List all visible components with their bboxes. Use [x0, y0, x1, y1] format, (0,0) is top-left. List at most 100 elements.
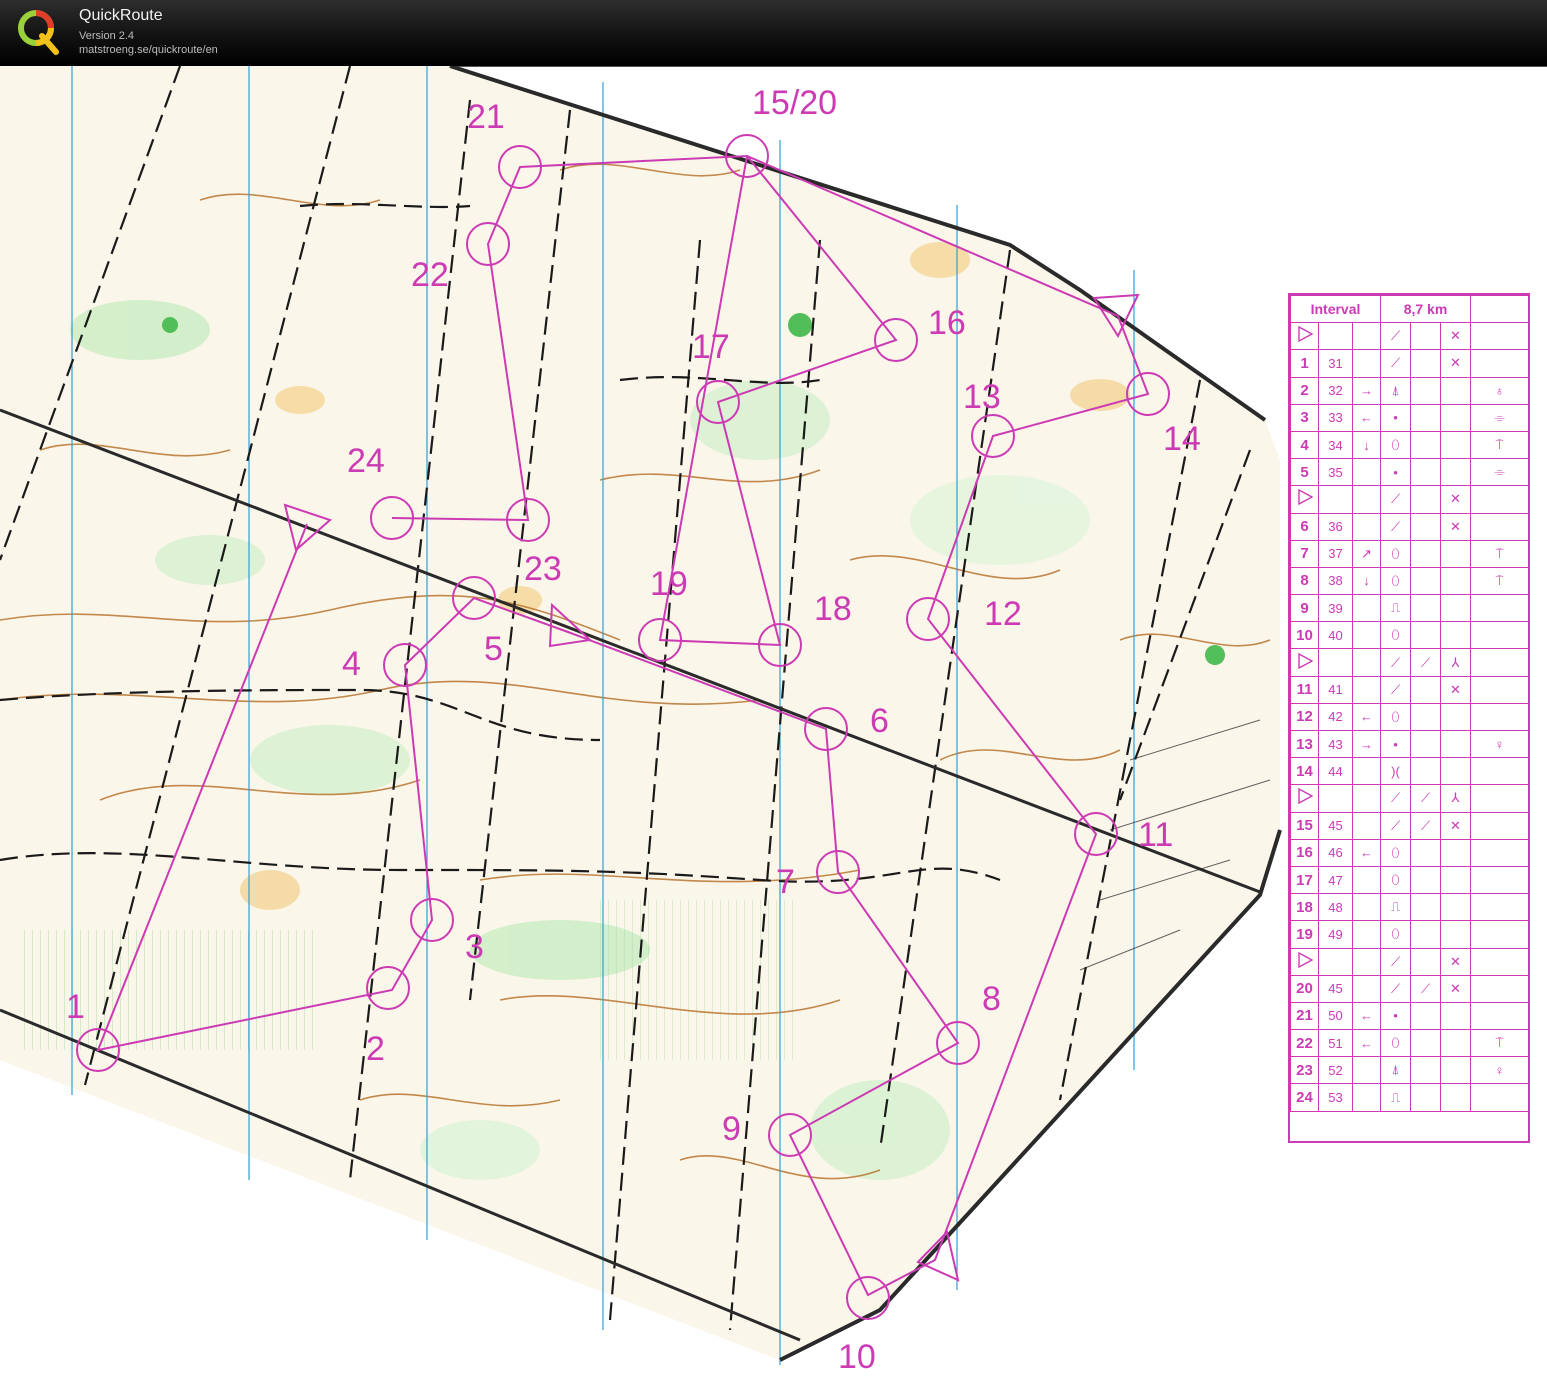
- description-detail: ✕: [1439, 485, 1472, 514]
- description-detail: [1439, 539, 1472, 568]
- description-appearance: [1410, 594, 1441, 623]
- description-appearance: ⟋: [1410, 648, 1441, 677]
- description-dir: [1352, 893, 1381, 922]
- control-label-24: 24: [347, 442, 385, 480]
- description-detail: [1439, 1029, 1472, 1058]
- description-extra: [1470, 947, 1530, 976]
- app-url-link[interactable]: matstroeng.se/quickroute/en: [79, 44, 218, 56]
- description-row: 14 44)(: [1290, 757, 1530, 786]
- quickroute-logo-icon: [18, 10, 59, 55]
- control-number: 5: [1290, 458, 1319, 487]
- description-dir: [1352, 594, 1381, 623]
- description-code: 45: [1318, 974, 1353, 1003]
- description-detail: [1439, 430, 1472, 460]
- description-appearance: [1410, 539, 1441, 568]
- description-appearance: [1410, 1029, 1441, 1058]
- description-appearance: [1410, 349, 1441, 378]
- course-name: Interval: [1290, 294, 1381, 324]
- description-extra: [1470, 1083, 1530, 1112]
- course-length: 8,7 km: [1379, 294, 1472, 324]
- description-row: 23 52 ⍋ ♀: [1290, 1056, 1530, 1085]
- description-row: 13 43 → • ♀: [1290, 729, 1530, 759]
- description-detail: [1439, 920, 1472, 949]
- description-detail: [1439, 893, 1472, 922]
- description-code: 35: [1318, 458, 1353, 487]
- map-terrain: [0, 66, 1280, 1360]
- description-feature: •: [1380, 729, 1411, 759]
- description-code: 41: [1318, 675, 1353, 704]
- description-row: ⟋ ✕: [1290, 485, 1530, 514]
- description-feature: ⎍: [1380, 1083, 1411, 1112]
- description-code: 52: [1318, 1056, 1353, 1085]
- description-feature: •: [1380, 458, 1411, 487]
- description-row: ⟋ ⟋ ⅄: [1290, 784, 1530, 813]
- control-label-17: 17: [692, 328, 730, 366]
- header-empty-cell: [1470, 294, 1530, 324]
- control-number: 14: [1290, 757, 1319, 786]
- description-appearance: [1410, 566, 1441, 596]
- description-appearance: [1410, 322, 1441, 351]
- description-dir: [1352, 1083, 1381, 1112]
- description-code: 51: [1318, 1029, 1353, 1058]
- description-dir: →: [1352, 729, 1381, 759]
- description-extra: [1470, 322, 1530, 351]
- control-number: 16: [1290, 838, 1319, 867]
- description-appearance: [1410, 512, 1441, 541]
- control-number: 24: [1290, 1083, 1319, 1112]
- description-feature: ⎍: [1380, 594, 1411, 623]
- description-row: ⟋ ✕: [1290, 322, 1530, 351]
- description-appearance: [1410, 1056, 1441, 1085]
- control-number: 11: [1290, 675, 1319, 704]
- description-appearance: ⟋: [1410, 811, 1441, 840]
- description-appearance: ⟋: [1410, 974, 1441, 1003]
- description-code: 49: [1318, 920, 1353, 949]
- description-extra: [1470, 675, 1530, 704]
- description-appearance: [1410, 1001, 1441, 1031]
- description-row: 5 35 • ⌯: [1290, 458, 1530, 487]
- orienteering-map[interactable]: 1 2 3 4 5 6 7 8 9 10 11 12 13 14 15/20 1…: [0, 66, 1547, 1380]
- description-detail: ✕: [1439, 675, 1472, 704]
- app-title: QuickRoute: [79, 7, 163, 24]
- description-extra: ♁: [1470, 376, 1530, 405]
- control-label-10: 10: [838, 1338, 876, 1376]
- app-header: QuickRoute Version 2.4 matstroeng.se/qui…: [0, 0, 1547, 67]
- description-dir: →: [1352, 376, 1381, 405]
- description-row: 21 50 ← •: [1290, 1001, 1530, 1031]
- description-detail: ⅄: [1439, 784, 1472, 813]
- control-label-16: 16: [928, 304, 966, 342]
- description-row: 17 47 ⬯: [1290, 865, 1530, 895]
- control-number: 8: [1290, 566, 1319, 596]
- control-label-11: 11: [1138, 816, 1173, 854]
- description-appearance: [1410, 729, 1441, 759]
- description-appearance: ⟋: [1410, 784, 1441, 813]
- description-row: 15 45 ⟋ ⟋ ✕: [1290, 811, 1530, 840]
- control-number: 17: [1290, 865, 1319, 895]
- description-appearance: [1410, 485, 1441, 514]
- description-detail: [1439, 403, 1472, 432]
- description-extra: [1470, 648, 1530, 677]
- description-code: [1318, 485, 1353, 514]
- description-feature: ⬯: [1380, 621, 1411, 650]
- description-dir: [1352, 811, 1381, 840]
- control-description-table: Interval 8,7 km ⟋ ✕ 1 31 ⟋ ✕ 2 32 → ⍋ ♁ 3 33 ← • ⌯ 4 34 ↓ ⬯…: [1290, 294, 1530, 1112]
- description-feature: ⬯: [1380, 539, 1411, 568]
- description-feature: ⍋: [1380, 376, 1411, 405]
- control-label-8: 8: [982, 980, 1001, 1018]
- description-appearance: [1410, 403, 1441, 432]
- description-row: 3 33 ← • ⌯: [1290, 403, 1530, 432]
- control-label-14: 14: [1163, 420, 1201, 458]
- description-dir: ↓: [1352, 430, 1381, 460]
- description-code: 48: [1318, 893, 1353, 922]
- description-dir: [1352, 675, 1381, 704]
- description-dir: ←: [1352, 403, 1381, 432]
- description-dir: [1352, 485, 1381, 514]
- control-number: 3: [1290, 403, 1319, 432]
- description-extra: [1470, 974, 1530, 1003]
- description-feature: ⟋: [1380, 648, 1411, 677]
- description-code: 34: [1318, 430, 1353, 460]
- start-triangle-icon: [1290, 784, 1319, 813]
- control-number: 10: [1290, 621, 1319, 650]
- description-detail: ✕: [1439, 947, 1472, 976]
- description-code: 46: [1318, 838, 1353, 867]
- description-code: 36: [1318, 512, 1353, 541]
